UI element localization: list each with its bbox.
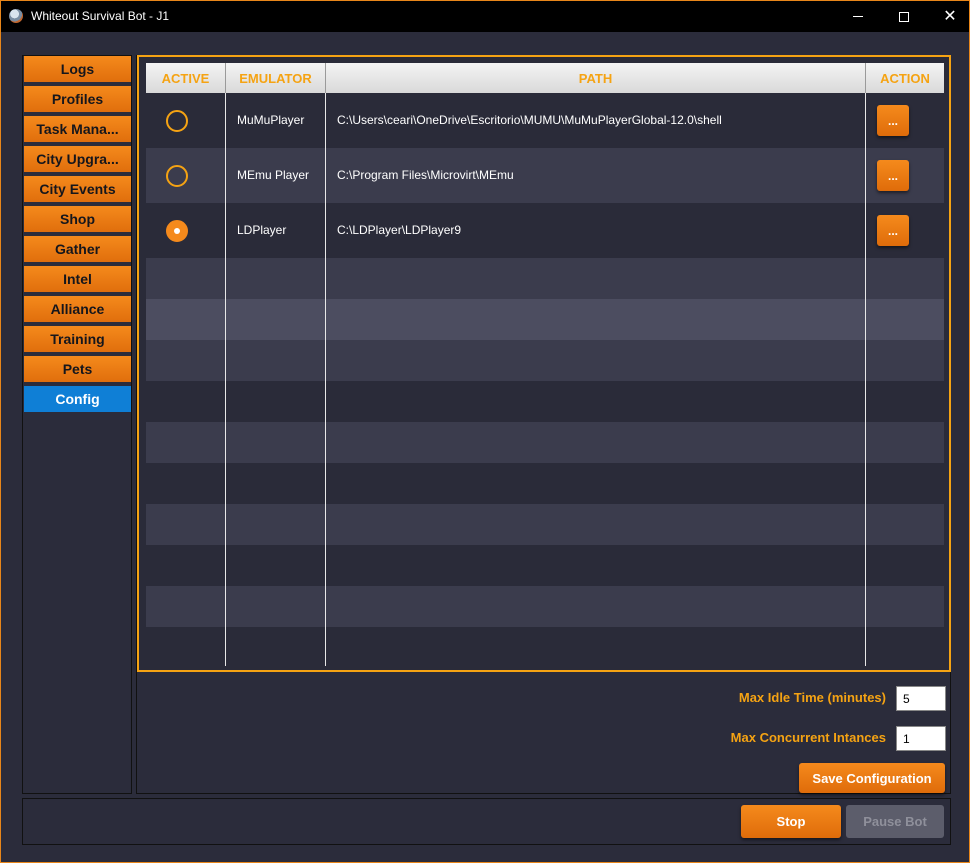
minimize-icon <box>853 16 863 17</box>
empty-row <box>146 299 944 340</box>
empty-row <box>146 381 944 422</box>
empty-row <box>146 258 944 299</box>
pause-bot-button[interactable]: Pause Bot <box>846 805 944 838</box>
column-header-path[interactable]: PATH <box>326 63 866 93</box>
emulator-name: LDPlayer <box>237 223 287 237</box>
max-idle-input[interactable] <box>896 686 946 711</box>
table-header: ACTIVE EMULATOR PATH ACTION <box>146 63 944 93</box>
stop-button[interactable]: Stop <box>741 805 841 838</box>
browse-path-button[interactable]: ... <box>877 105 909 136</box>
sidebar-item-shop[interactable]: Shop <box>24 206 131 234</box>
table-row[interactable]: MEmu Player C:\Program Files\Microvirt\M… <box>146 148 944 203</box>
sidebar-item-city-upgrades[interactable]: City Upgra... <box>24 146 131 174</box>
sidebar-item-config[interactable]: Config <box>24 386 131 414</box>
browse-path-button[interactable]: ... <box>877 215 909 246</box>
empty-row <box>146 545 944 586</box>
sidebar-item-logs[interactable]: Logs <box>24 56 131 84</box>
column-header-emulator[interactable]: EMULATOR <box>226 63 326 93</box>
active-radio[interactable] <box>166 165 188 187</box>
sidebar-item-training[interactable]: Training <box>24 326 131 354</box>
save-configuration-button[interactable]: Save Configuration <box>799 763 945 793</box>
empty-row <box>146 422 944 463</box>
sidebar-item-city-events[interactable]: City Events <box>24 176 131 204</box>
column-header-action[interactable]: ACTION <box>866 63 944 93</box>
column-divider <box>225 93 226 666</box>
sidebar-item-task-manager[interactable]: Task Mana... <box>24 116 131 144</box>
sidebar-item-gather[interactable]: Gather <box>24 236 131 264</box>
emulator-path: C:\LDPlayer\LDPlayer9 <box>337 223 462 237</box>
app-icon <box>9 9 23 23</box>
maximize-icon <box>899 11 909 22</box>
empty-row <box>146 586 944 627</box>
sidebar-item-alliance[interactable]: Alliance <box>24 296 131 324</box>
empty-row <box>146 340 944 381</box>
max-concurrent-input[interactable] <box>896 726 946 751</box>
column-header-active[interactable]: ACTIVE <box>146 63 226 93</box>
table-row[interactable]: MuMuPlayer C:\Users\ceari\OneDrive\Escri… <box>146 93 944 148</box>
max-idle-label: Max Idle Time (minutes) <box>738 690 886 705</box>
emulator-name: MEmu Player <box>237 168 310 182</box>
sidebar: Logs Profiles Task Mana... City Upgra...… <box>22 55 132 794</box>
minimize-button[interactable] <box>835 1 881 32</box>
empty-row <box>146 627 944 666</box>
emulator-table: ACTIVE EMULATOR PATH ACTION MuMuPlayer C… <box>137 55 951 672</box>
app-window: Whiteout Survival Bot - J1 ✕ Logs Profil… <box>0 0 970 863</box>
emulator-path: C:\Program Files\Microvirt\MEmu <box>337 168 514 182</box>
table-row[interactable]: LDPlayer C:\LDPlayer\LDPlayer9 ... <box>146 203 944 258</box>
max-concurrent-label: Max Concurrent Intances <box>730 730 886 745</box>
title-bar[interactable]: Whiteout Survival Bot - J1 ✕ <box>1 1 969 32</box>
sidebar-item-profiles[interactable]: Profiles <box>24 86 131 114</box>
table-body: MuMuPlayer C:\Users\ceari\OneDrive\Escri… <box>146 93 944 666</box>
column-divider <box>325 93 326 666</box>
active-radio[interactable] <box>166 110 188 132</box>
window-title: Whiteout Survival Bot - J1 <box>31 9 170 23</box>
close-icon: ✕ <box>943 7 957 25</box>
active-radio[interactable] <box>166 220 188 242</box>
sidebar-item-intel[interactable]: Intel <box>24 266 131 294</box>
empty-row <box>146 504 944 545</box>
emulator-name: MuMuPlayer <box>237 113 305 127</box>
empty-row <box>146 463 944 504</box>
browse-path-button[interactable]: ... <box>877 160 909 191</box>
emulator-path: C:\Users\ceari\OneDrive\Escritorio\MUMU\… <box>337 113 722 127</box>
column-divider <box>865 93 866 666</box>
sidebar-item-pets[interactable]: Pets <box>24 356 131 384</box>
maximize-button[interactable] <box>881 1 927 32</box>
close-button[interactable]: ✕ <box>927 1 970 32</box>
